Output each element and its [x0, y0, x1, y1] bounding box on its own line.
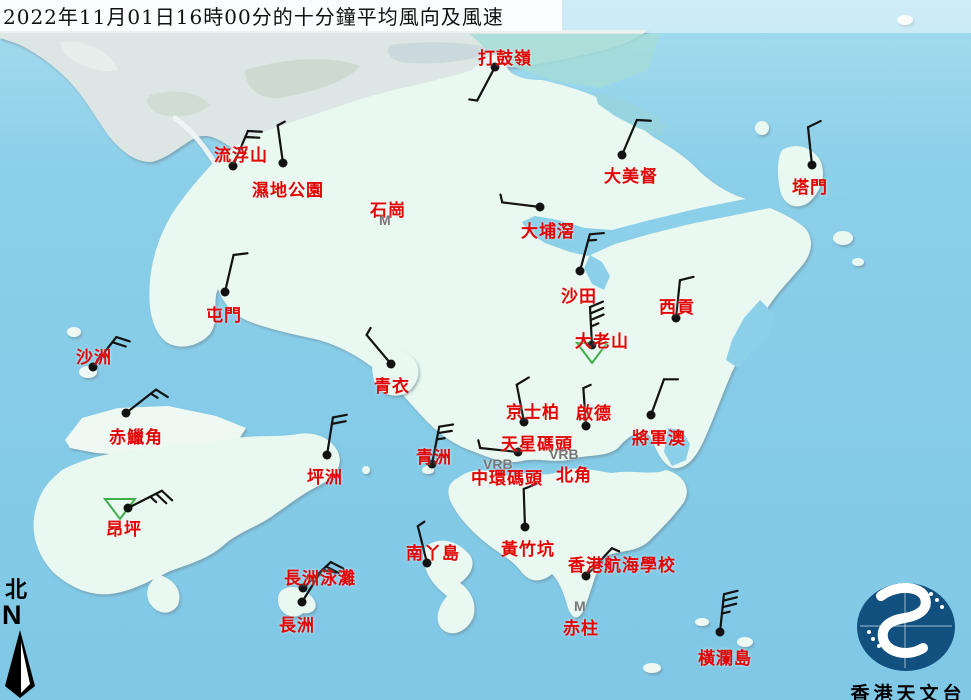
north-arrow-icon	[2, 628, 42, 700]
hko-logo-cjk: 香港天文台	[845, 679, 971, 700]
north-indicator: 北 N	[2, 579, 42, 700]
basemap	[0, 0, 971, 700]
hko-logo: 香港天文台 HONG KONG OBSERVATORY	[845, 580, 971, 700]
north-letter: N	[2, 602, 42, 628]
wind-map-canvas: 打鼓嶺流浮山濕地公園石崗M大美督塔門大埔滘沙田西貢大老山屯門沙洲赤鱲角青衣青洲京…	[0, 0, 971, 700]
hko-logo-icon	[845, 580, 971, 672]
north-cjk-label: 北	[2, 579, 42, 602]
title-bar: 2022年11月01日16時00分的十分鐘平均風向及風速	[0, 0, 562, 31]
map-title: 2022年11月01日16時00分的十分鐘平均風向及風速	[0, 1, 504, 30]
